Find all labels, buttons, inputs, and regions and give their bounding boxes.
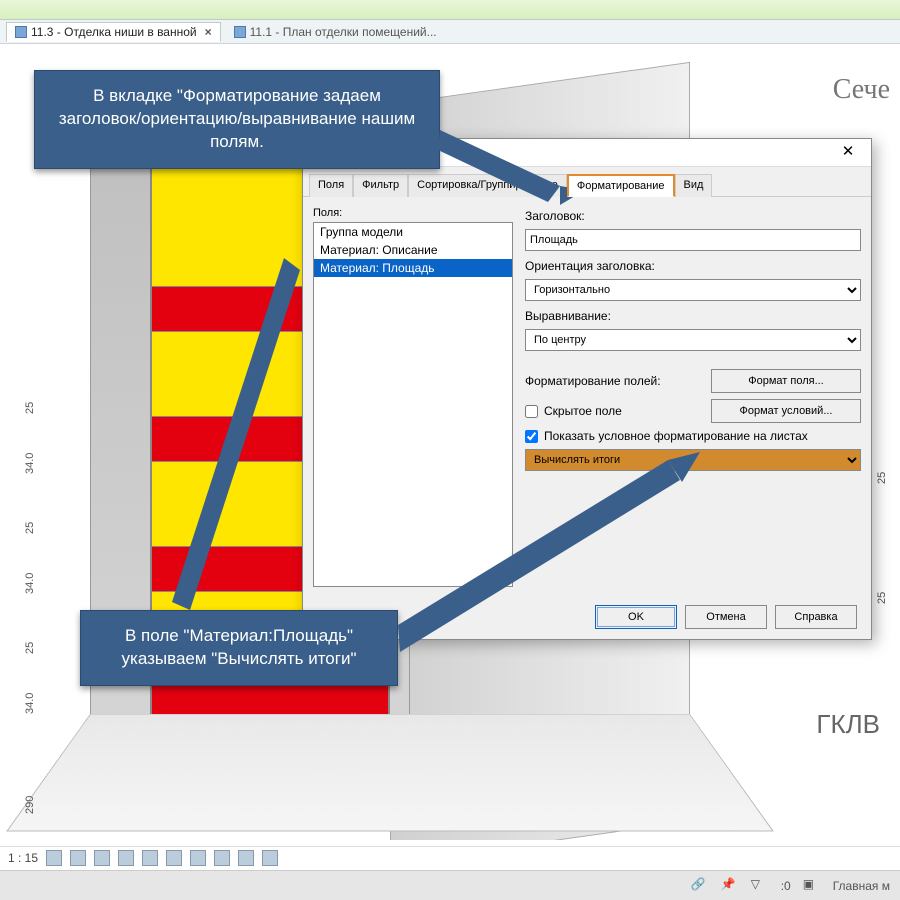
orientation-label: Ориентация заголовка: bbox=[525, 259, 861, 273]
help-button[interactable]: Справка bbox=[775, 605, 857, 629]
dimension-text: 34.0 bbox=[24, 573, 36, 594]
align-select[interactable]: По центру bbox=[525, 329, 861, 351]
section-label: Сече bbox=[833, 74, 890, 106]
detail-level-icon[interactable] bbox=[46, 850, 62, 866]
cond-format-button[interactable]: Формат условий... bbox=[711, 399, 861, 423]
show-cond-label: Показать условное форматирование на лист… bbox=[544, 429, 808, 443]
tab-view[interactable]: Вид bbox=[675, 174, 713, 197]
dimension-text: 34.0 bbox=[24, 453, 36, 474]
tab-sort[interactable]: Сортировка/Группирование bbox=[408, 174, 567, 197]
select-pinned-icon[interactable]: 📌 bbox=[721, 877, 739, 895]
ok-button[interactable]: OK bbox=[595, 605, 677, 629]
properties-dialog: ов ✕ Поля Фильтр Сортировка/Группировани… bbox=[302, 138, 872, 640]
room-label: ГКЛВ bbox=[816, 709, 880, 740]
tab-fields[interactable]: Поля bbox=[309, 174, 353, 197]
status-bar: 🔗 📌 ▽ :0 ▣ Главная м bbox=[0, 870, 900, 900]
visual-style-icon[interactable] bbox=[70, 850, 86, 866]
hidden-field-checkbox[interactable] bbox=[525, 405, 538, 418]
list-item-selected[interactable]: Материал: Площадь bbox=[314, 259, 512, 277]
dimension-text: 25 bbox=[876, 472, 888, 484]
list-item[interactable]: Материал: Описание bbox=[314, 241, 512, 259]
filter-icon[interactable]: ▽ bbox=[751, 877, 769, 895]
crop-region-icon[interactable] bbox=[166, 850, 182, 866]
dimension-text: 34.0 bbox=[24, 693, 36, 714]
totals-select[interactable]: Вычислять итоги bbox=[525, 449, 861, 471]
cancel-button[interactable]: Отмена bbox=[685, 605, 767, 629]
heading-label: Заголовок: bbox=[525, 209, 861, 223]
tab-active[interactable]: 11.3 - Отделка ниши в ванной × bbox=[6, 22, 221, 42]
tab-filter[interactable]: Фильтр bbox=[353, 174, 408, 197]
fields-listbox[interactable]: Группа модели Материал: Описание Материа… bbox=[313, 222, 513, 587]
editable-only-icon[interactable]: ▣ bbox=[803, 877, 821, 895]
fields-label: Поля: bbox=[313, 207, 513, 219]
lock-icon[interactable] bbox=[190, 850, 206, 866]
heading-input[interactable] bbox=[525, 229, 861, 251]
sun-path-icon[interactable] bbox=[94, 850, 110, 866]
callout-bottom: В поле "Материал:Площадь" указываем "Выч… bbox=[80, 610, 398, 686]
dialog-tabs: Поля Фильтр Сортировка/Группирование Фор… bbox=[303, 167, 871, 197]
hidden-field-label: Скрытое поле bbox=[544, 404, 622, 418]
tab-inactive[interactable]: 11.1 - План отделки помещений... bbox=[225, 22, 446, 42]
temp-hide-icon[interactable] bbox=[214, 850, 230, 866]
align-label: Выравнивание: bbox=[525, 309, 861, 323]
dimension-text: 25 bbox=[24, 522, 36, 534]
callout-top: В вкладке "Форматирование задаем заголов… bbox=[34, 70, 440, 169]
status-text: Главная м bbox=[833, 879, 890, 893]
format-fields-label: Форматирование полей: bbox=[525, 374, 661, 388]
dimension-text: 25 bbox=[24, 642, 36, 654]
list-item[interactable]: Группа модели bbox=[314, 223, 512, 241]
shadows-icon[interactable] bbox=[118, 850, 134, 866]
scale-display[interactable]: 1 : 15 bbox=[8, 851, 38, 865]
reveal-icon[interactable] bbox=[238, 850, 254, 866]
document-tabs: 11.3 - Отделка ниши в ванной × 11.1 - Пл… bbox=[0, 20, 900, 44]
tab-title: 11.3 - Отделка ниши в ванной bbox=[31, 25, 197, 39]
ribbon-strip bbox=[0, 0, 900, 20]
dimension-text: 290 bbox=[24, 796, 36, 814]
close-icon[interactable]: ✕ bbox=[833, 143, 863, 163]
worksharing-icon[interactable] bbox=[262, 850, 278, 866]
tab-formatting[interactable]: Форматирование bbox=[567, 174, 675, 197]
field-format-button[interactable]: Формат поля... bbox=[711, 369, 861, 393]
select-links-icon[interactable]: 🔗 bbox=[691, 877, 709, 895]
orientation-select[interactable]: Горизонтально bbox=[525, 279, 861, 301]
view-control-bar[interactable]: 1 : 15 bbox=[0, 846, 900, 868]
view-icon bbox=[15, 26, 27, 38]
filter-count: :0 bbox=[781, 879, 791, 893]
view-icon bbox=[234, 26, 246, 38]
crop-icon[interactable] bbox=[142, 850, 158, 866]
dimension-text: 25 bbox=[876, 592, 888, 604]
close-tab-icon[interactable]: × bbox=[201, 25, 212, 39]
show-cond-checkbox[interactable] bbox=[525, 430, 538, 443]
tab-title: 11.1 - План отделки помещений... bbox=[250, 25, 437, 39]
dimension-text: 25 bbox=[24, 402, 36, 414]
